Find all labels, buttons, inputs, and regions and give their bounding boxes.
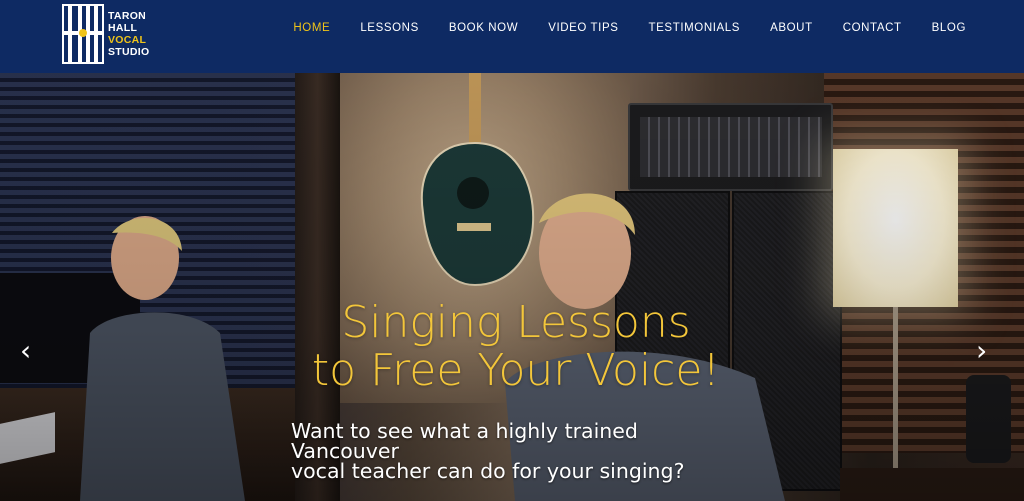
chevron-right-icon[interactable]: › (976, 336, 1000, 366)
nav-book-now[interactable]: BOOK NOW (449, 22, 518, 34)
hero-headline-line-1: Singing Lessons (341, 297, 691, 348)
logo-wordmark: TARON HALL VOCAL STUDIO (108, 10, 149, 58)
site-header: TARON HALL VOCAL STUDIO HOME LESSONS BOO… (0, 0, 1024, 73)
hero-subtitle-line-2: vocal teacher can do for your singing? (291, 459, 685, 483)
hero-headline-line-2: to Free Your Voice! (311, 345, 721, 396)
main-nav: HOME LESSONS BOOK NOW VIDEO TIPS TESTIMO… (263, 22, 966, 34)
site-logo[interactable]: TARON HALL VOCAL STUDIO (62, 4, 162, 66)
logo-line-3: VOCAL (108, 34, 147, 46)
logo-line-2: HALL (108, 22, 138, 34)
nav-contact[interactable]: CONTACT (843, 22, 902, 34)
nav-about[interactable]: ABOUT (770, 22, 813, 34)
hero-slider: Singing Lessons to Free Your Voice! Want… (0, 73, 1024, 501)
nav-blog[interactable]: BLOG (932, 22, 966, 34)
logo-line-4: STUDIO (108, 46, 150, 58)
nav-lessons[interactable]: LESSONS (360, 22, 419, 34)
studio-logo-icon (62, 4, 104, 64)
nav-home[interactable]: HOME (293, 22, 330, 34)
logo-line-1: TARON (108, 10, 147, 22)
hero-subtitle: Want to see what a highly trained Vancou… (291, 419, 751, 483)
hero-subtitle-line-1: Want to see what a highly trained Vancou… (291, 419, 638, 463)
nav-video-tips[interactable]: VIDEO TIPS (548, 22, 618, 34)
nav-testimonials[interactable]: TESTIMONIALS (649, 22, 741, 34)
hero-headline: Singing Lessons to Free Your Voice! (296, 299, 736, 395)
chevron-left-icon[interactable]: ‹ (20, 336, 44, 366)
